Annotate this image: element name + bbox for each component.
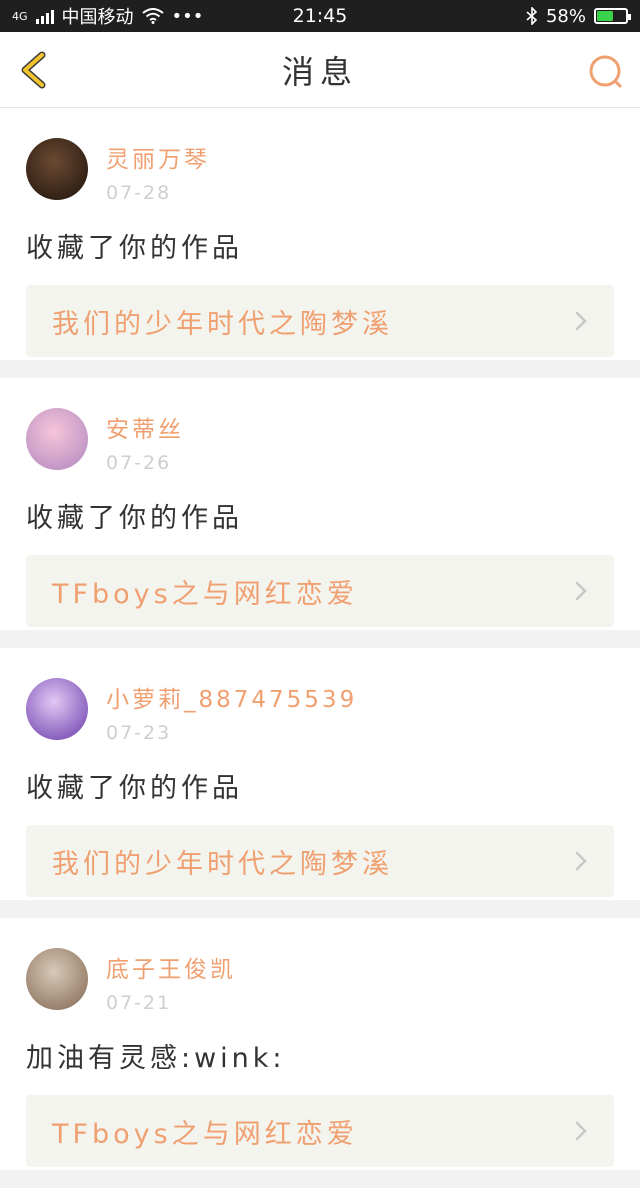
nav-bar: 消息 xyxy=(0,32,640,108)
work-title: 我们的少年时代之陶梦溪 xyxy=(52,308,393,340)
username[interactable]: 小萝莉_887475539 xyxy=(106,680,357,714)
work-link[interactable]: 我们的少年时代之陶梦溪 xyxy=(26,285,614,357)
work-link[interactable]: TFboys之与网红恋爱 xyxy=(26,1095,614,1167)
avatar[interactable] xyxy=(26,678,88,740)
more-dots-icon: ••• xyxy=(171,5,204,27)
message-header: 小萝莉_887475539 07-23 xyxy=(26,678,614,744)
chevron-right-icon xyxy=(575,851,587,871)
message-date: 07-28 xyxy=(106,182,172,204)
status-bar: 4G 中国移动 ••• 21:45 58% xyxy=(0,0,640,32)
avatar[interactable] xyxy=(26,948,88,1010)
work-title: TFboys之与网红恋爱 xyxy=(52,1118,358,1150)
username[interactable]: 安蒂丝 xyxy=(106,410,184,444)
bluetooth-icon xyxy=(526,7,538,25)
battery-percent: 58% xyxy=(545,5,586,27)
work-title: 我们的少年时代之陶梦溪 xyxy=(52,848,393,880)
message-text: 收藏了你的作品 xyxy=(26,503,243,534)
avatar[interactable] xyxy=(26,138,88,200)
chevron-right-icon xyxy=(575,1121,587,1141)
message-text: 收藏了你的作品 xyxy=(26,773,243,804)
message-card: 小萝莉_887475539 07-23 收藏了你的作品 我们的少年时代之陶梦溪 xyxy=(0,648,640,900)
search-button[interactable] xyxy=(586,52,626,92)
signal-icon xyxy=(35,8,54,24)
message-meta: 小萝莉_887475539 07-23 xyxy=(106,678,357,744)
message-card: 灵丽万琴 07-28 收藏了你的作品 我们的少年时代之陶梦溪 xyxy=(0,108,640,360)
avatar[interactable] xyxy=(26,408,88,470)
message-meta: 底子王俊凯 07-21 xyxy=(106,948,236,1014)
chevron-right-icon xyxy=(575,311,587,331)
message-header: 底子王俊凯 07-21 xyxy=(26,948,614,1014)
message-card: 底子王俊凯 07-21 加油有灵感:wink: TFboys之与网红恋爱 xyxy=(0,918,640,1170)
username[interactable]: 灵丽万琴 xyxy=(106,140,210,174)
back-button[interactable] xyxy=(16,50,56,90)
status-right: 58% xyxy=(526,5,631,27)
work-title: TFboys之与网红恋爱 xyxy=(52,578,358,610)
carrier-name: 中国移动 xyxy=(61,7,134,28)
username[interactable]: 底子王俊凯 xyxy=(106,950,236,984)
wifi-icon xyxy=(141,8,164,24)
battery-level xyxy=(597,11,614,21)
message-date: 07-21 xyxy=(106,992,172,1014)
message-header: 灵丽万琴 07-28 xyxy=(26,138,614,204)
battery-icon xyxy=(594,8,631,24)
message-date: 07-23 xyxy=(106,722,172,744)
page-title: 消息 xyxy=(281,52,358,91)
message-list: 灵丽万琴 07-28 收藏了你的作品 我们的少年时代之陶梦溪 安蒂丝 07-26… xyxy=(0,108,640,1188)
message-meta: 灵丽万琴 07-28 xyxy=(106,138,210,204)
chevron-right-icon xyxy=(575,581,587,601)
message-header: 安蒂丝 07-26 xyxy=(26,408,614,474)
work-link[interactable]: 我们的少年时代之陶梦溪 xyxy=(26,825,614,897)
network-type: 4G xyxy=(12,9,28,23)
work-link[interactable]: TFboys之与网红恋爱 xyxy=(26,555,614,627)
message-text: 收藏了你的作品 xyxy=(26,233,243,264)
message-card: 安蒂丝 07-26 收藏了你的作品 TFboys之与网红恋爱 xyxy=(0,378,640,630)
message-date: 07-26 xyxy=(106,452,172,474)
message-meta: 安蒂丝 07-26 xyxy=(106,408,184,474)
message-text: 加油有灵感:wink: xyxy=(26,1043,286,1074)
status-left: 4G 中国移动 ••• xyxy=(12,3,203,29)
